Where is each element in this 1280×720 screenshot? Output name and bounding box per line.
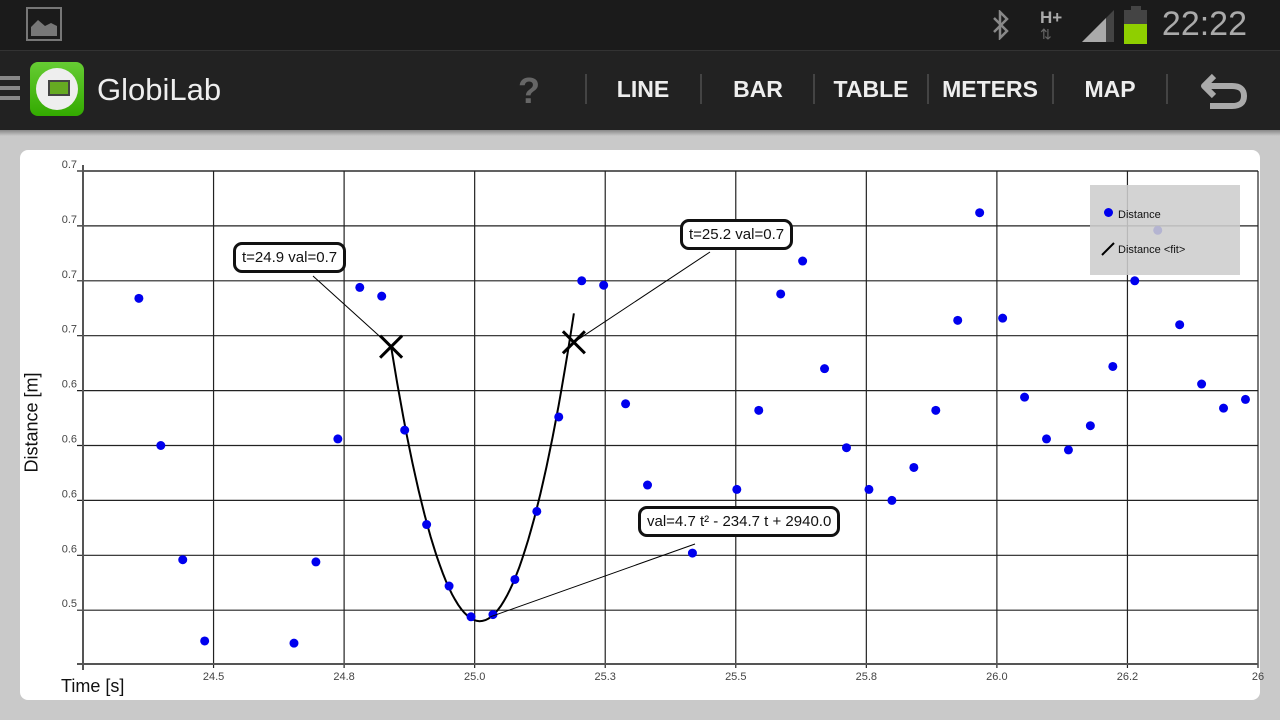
x-tick-label: 26.2 xyxy=(1117,671,1138,683)
x-tick-label: 26 xyxy=(1252,671,1264,683)
data-point xyxy=(1042,434,1051,444)
y-tick-label: 0.7 xyxy=(62,159,77,171)
legend: Distance Distance <fit> xyxy=(1090,185,1240,275)
data-point xyxy=(864,484,874,494)
data-point xyxy=(400,425,410,435)
fit-curve xyxy=(390,313,575,623)
x-tick-label: 25.0 xyxy=(464,671,485,683)
y-tick-label: 0.7 xyxy=(62,214,77,226)
data-point xyxy=(1108,361,1118,371)
data-point xyxy=(422,520,432,530)
data-point xyxy=(289,638,299,648)
y-axis-label: Distance [m] xyxy=(21,372,42,473)
data-point xyxy=(577,276,587,286)
data-point xyxy=(909,462,919,472)
fit-equation-label: val=4.7 t² - 234.7 t + 2940.0 xyxy=(638,506,841,537)
legend-line-icon xyxy=(1101,242,1115,256)
cross-marker xyxy=(379,334,404,359)
data-point xyxy=(820,364,830,374)
x-tick-label: 25.8 xyxy=(856,671,877,683)
y-tick-label: 0.6 xyxy=(62,488,77,500)
x-tick-label: 26.0 xyxy=(986,671,1007,683)
y-tick-label: 0.7 xyxy=(62,324,77,336)
annotation-end: t=25.2 val=0.7 xyxy=(680,219,794,250)
data-point xyxy=(754,405,764,415)
data-point xyxy=(466,612,476,622)
data-point xyxy=(687,548,697,558)
data-point xyxy=(1175,320,1185,330)
annotation-leader xyxy=(573,251,711,343)
x-axis-label: Time [s] xyxy=(61,676,125,696)
data-point xyxy=(599,280,609,290)
x-tick-label: 25.3 xyxy=(595,671,616,683)
x-tick-label: 24.8 xyxy=(333,671,354,683)
y-tick-label: 0.6 xyxy=(62,433,77,445)
legend-entry-distance: Distance xyxy=(1118,209,1161,221)
data-point xyxy=(311,557,321,567)
data-point xyxy=(841,443,851,453)
data-point xyxy=(377,291,387,301)
data-point xyxy=(532,506,542,516)
data-point xyxy=(975,208,985,218)
data-point xyxy=(998,313,1008,323)
data-point xyxy=(1063,445,1073,455)
legend-dot-icon xyxy=(1104,208,1113,217)
data-point xyxy=(355,282,365,292)
data-point xyxy=(200,636,210,646)
data-point xyxy=(333,434,343,444)
data-point xyxy=(510,574,520,584)
data-point xyxy=(134,293,144,303)
data-point xyxy=(732,484,742,494)
data-point xyxy=(621,399,631,409)
data-point xyxy=(444,581,454,591)
data-point xyxy=(554,412,564,422)
y-tick-label: 0.7 xyxy=(62,269,77,281)
data-point xyxy=(776,289,786,299)
x-tick-label: 25.5 xyxy=(725,671,746,683)
data-point xyxy=(178,555,188,565)
data-point xyxy=(1240,394,1250,404)
y-tick-label: 0.6 xyxy=(62,379,77,391)
chart-plot[interactable]: 0.5 0.6 0.6 0.6 0.6 0.7 0.7 0.7 0.7 24.5 24.8 25.0 2… xyxy=(0,0,1280,720)
data-point xyxy=(156,440,166,450)
data-point xyxy=(953,315,963,325)
data-point xyxy=(798,256,808,266)
cross-marker xyxy=(561,330,586,355)
data-point xyxy=(1219,403,1229,413)
y-tick-label: 0.6 xyxy=(62,543,77,555)
data-point xyxy=(643,480,653,490)
legend-entry-fit: Distance <fit> xyxy=(1118,244,1186,256)
data-point xyxy=(1085,421,1095,431)
data-point xyxy=(1197,379,1207,389)
data-point xyxy=(1130,276,1140,286)
data-point xyxy=(1020,392,1030,402)
annotation-start: t=24.9 val=0.7 xyxy=(233,242,347,273)
data-point xyxy=(887,495,897,505)
y-tick-label: 0.5 xyxy=(62,598,77,610)
x-tick-label: 24.5 xyxy=(203,671,224,683)
data-point xyxy=(931,405,941,415)
